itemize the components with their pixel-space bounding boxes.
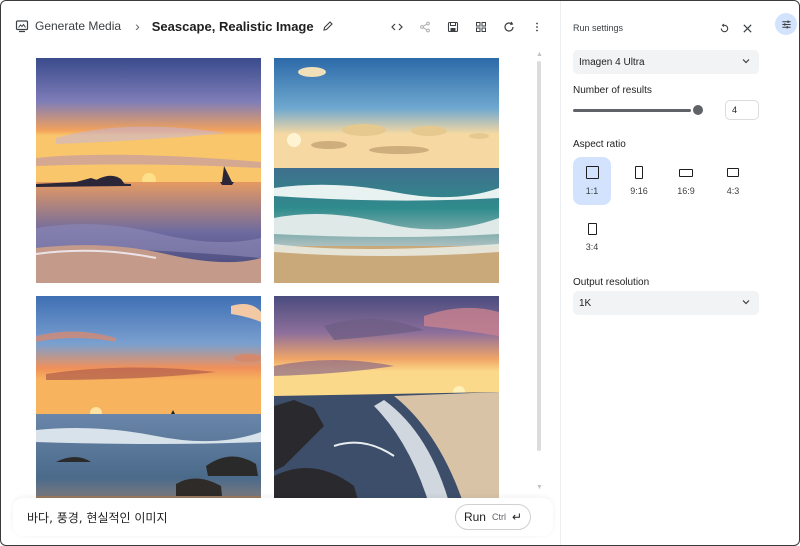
scroll-down-icon[interactable]: ▼ [536,484,543,491]
grid-icon[interactable] [467,17,495,37]
results-input[interactable]: 4 [725,100,759,120]
aspect-label-9-16: 9:16 [630,186,648,196]
shortcut-label: Ctrl [491,512,506,522]
run-settings-panel: Run settings Imagen 4 Ultra Number of re… [560,1,770,545]
results-slider[interactable] [573,104,703,116]
chevron-down-icon [742,59,750,64]
save-icon[interactable] [439,17,467,37]
results-label: Number of results [573,85,652,96]
breadcrumb-label[interactable]: Generate Media [35,19,121,33]
sunset-rocks-image[interactable] [36,296,261,521]
reset-settings-icon[interactable] [716,20,732,36]
slider-track [573,109,691,112]
aspect-option-3-4[interactable]: 3:4 [573,213,611,261]
page-title: Seascape, Realistic Image [151,18,314,34]
top-bar: Generate Media › Seascape, Realistic Ima… [1,1,561,51]
breadcrumb[interactable]: Generate Media [15,19,121,33]
close-icon[interactable] [739,20,755,36]
refresh-icon[interactable] [495,17,523,37]
prompt-bar[interactable]: 바다, 풍경, 현실적인 이미지 Run Ctrl ↵ [13,498,553,536]
edit-title-icon[interactable] [322,20,334,32]
code-icon[interactable] [383,17,411,37]
app-window: Generate Media › Seascape, Realistic Ima… [0,0,800,546]
aspect-label: Aspect ratio [573,139,626,150]
landscape-icon [679,169,693,177]
run-label: Run [463,510,486,524]
chevron-right-icon: › [135,18,140,34]
landscape-icon [727,168,739,177]
aspect-option-16-9[interactable]: 16:9 [667,157,705,205]
aspect-label-4-3: 4:3 [726,186,740,196]
model-value: Imagen 4 Ultra [579,56,645,68]
scrollbar-thumb[interactable] [537,61,541,451]
chevron-down-icon [742,300,750,305]
portrait-icon [635,166,643,179]
share-icon[interactable] [411,17,439,37]
resolution-select[interactable]: 1K [573,291,759,315]
slider-handle[interactable] [693,105,703,115]
waves-clouds-image[interactable] [274,58,499,283]
square-icon [585,166,599,179]
rocky-shore-image[interactable] [274,296,499,521]
aspect-option-9-16[interactable]: 9:16 [620,157,658,205]
aspect-label-3-4: 3:4 [585,242,599,252]
resolution-value: 1K [579,297,592,309]
more-vertical-icon[interactable] [523,17,551,37]
media-icon [15,19,29,33]
aspect-label-16-9: 16:9 [677,186,695,196]
aspect-option-4-3[interactable]: 4:3 [714,157,752,205]
output-label: Output resolution [573,277,650,288]
gallery-scrollbar[interactable]: ▲ ▼ [535,51,543,491]
aspect-label-1-1: 1:1 [585,186,599,196]
run-button[interactable]: Run Ctrl ↵ [455,504,531,530]
model-select[interactable]: Imagen 4 Ultra [573,50,759,74]
image-gallery [36,58,500,521]
scroll-up-icon[interactable]: ▲ [536,51,543,58]
toolbar [383,17,551,37]
enter-icon: ↵ [511,510,523,524]
tune-settings-icon[interactable] [775,13,797,35]
portrait-icon [587,223,597,235]
panel-title: Run settings [573,23,624,33]
sunset-sailboat-image[interactable] [36,58,261,283]
prompt-input[interactable]: 바다, 풍경, 현실적인 이미지 [27,509,168,526]
aspect-option-1-1[interactable]: 1:1 [573,157,611,205]
